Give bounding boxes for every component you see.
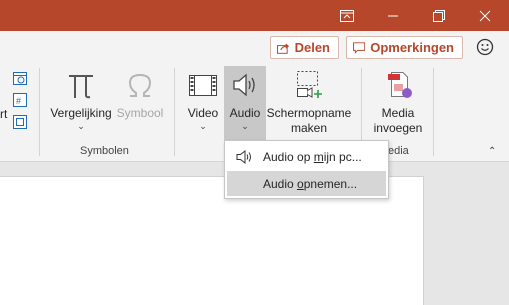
video-label: Video: [187, 106, 219, 120]
audio-from-pc-label: Audio op mijn pc...: [263, 149, 362, 164]
screen-recording-button[interactable]: Schermopname maken: [266, 70, 352, 136]
video-button[interactable]: Video ⌄: [184, 70, 222, 131]
minimize-button[interactable]: [370, 0, 416, 31]
share-bar: Delen Opmerkingen: [0, 31, 509, 64]
audio-button[interactable]: Audio ⌄: [224, 70, 266, 131]
date-time-icon[interactable]: [12, 70, 28, 86]
screen-recording-icon: [297, 71, 322, 98]
group-separator: [39, 68, 40, 156]
record-audio-label: Audio opnemen...: [263, 176, 358, 191]
chevron-down-icon: ⌄: [77, 121, 85, 131]
media-group-label: edia: [388, 145, 409, 157]
minimize-icon: [388, 15, 398, 16]
speaker-icon: [233, 73, 255, 97]
partial-command-label: rt: [0, 107, 8, 121]
insert-media-icon: [388, 72, 412, 98]
close-icon: [479, 10, 491, 21]
equation-label: Vergelijking: [50, 106, 112, 120]
insert-media-label-line2: invoegen: [373, 121, 423, 135]
audio-label: Audio: [229, 106, 261, 120]
share-button[interactable]: Delen: [270, 36, 339, 59]
comments-button[interactable]: Opmerkingen: [346, 36, 463, 59]
symbol-button: Symbool: [114, 70, 166, 121]
share-icon: [277, 43, 290, 54]
ribbon-display-options-button[interactable]: [324, 0, 370, 31]
title-bar: [0, 0, 509, 31]
feedback-smiley-icon[interactable]: [476, 38, 494, 56]
audio-dropdown-menu: Audio op mijn pc... Audio opnemen...: [224, 140, 389, 199]
comments-label: Opmerkingen: [370, 40, 454, 55]
equation-button[interactable]: Vergelijking ⌄: [50, 70, 112, 131]
chevron-down-icon: ⌄: [199, 121, 207, 131]
speaker-icon: [236, 149, 251, 165]
share-label: Delen: [294, 40, 330, 55]
object-icon[interactable]: [12, 114, 28, 130]
audio-from-pc-item[interactable]: Audio op mijn pc...: [227, 144, 386, 169]
film-icon: [189, 75, 217, 96]
chevron-down-icon: ⌄: [241, 121, 249, 131]
collapse-ribbon-icon[interactable]: ⌃: [488, 146, 496, 157]
slide-number-icon[interactable]: #: [12, 92, 28, 108]
record-audio-item[interactable]: Audio opnemen...: [227, 171, 386, 196]
screen-recording-label-line2: maken: [290, 121, 328, 135]
svg-text:#: #: [16, 96, 21, 106]
close-button[interactable]: [462, 0, 508, 31]
insert-media-button[interactable]: Media invoegen: [370, 70, 426, 136]
symbol-label: Symbool: [116, 106, 164, 120]
omega-icon: [128, 73, 152, 97]
restore-icon: [433, 9, 445, 22]
screen-recording-label-line1: Schermopname: [266, 106, 352, 120]
restore-button[interactable]: [416, 0, 462, 31]
comment-icon: [353, 41, 366, 54]
group-separator: [174, 68, 175, 156]
group-separator: [433, 68, 434, 156]
insert-media-label-line1: Media: [381, 106, 415, 120]
pi-icon: [69, 75, 93, 99]
ribbon-display-icon: [340, 9, 354, 22]
symbols-group-label: Symbolen: [80, 145, 129, 157]
